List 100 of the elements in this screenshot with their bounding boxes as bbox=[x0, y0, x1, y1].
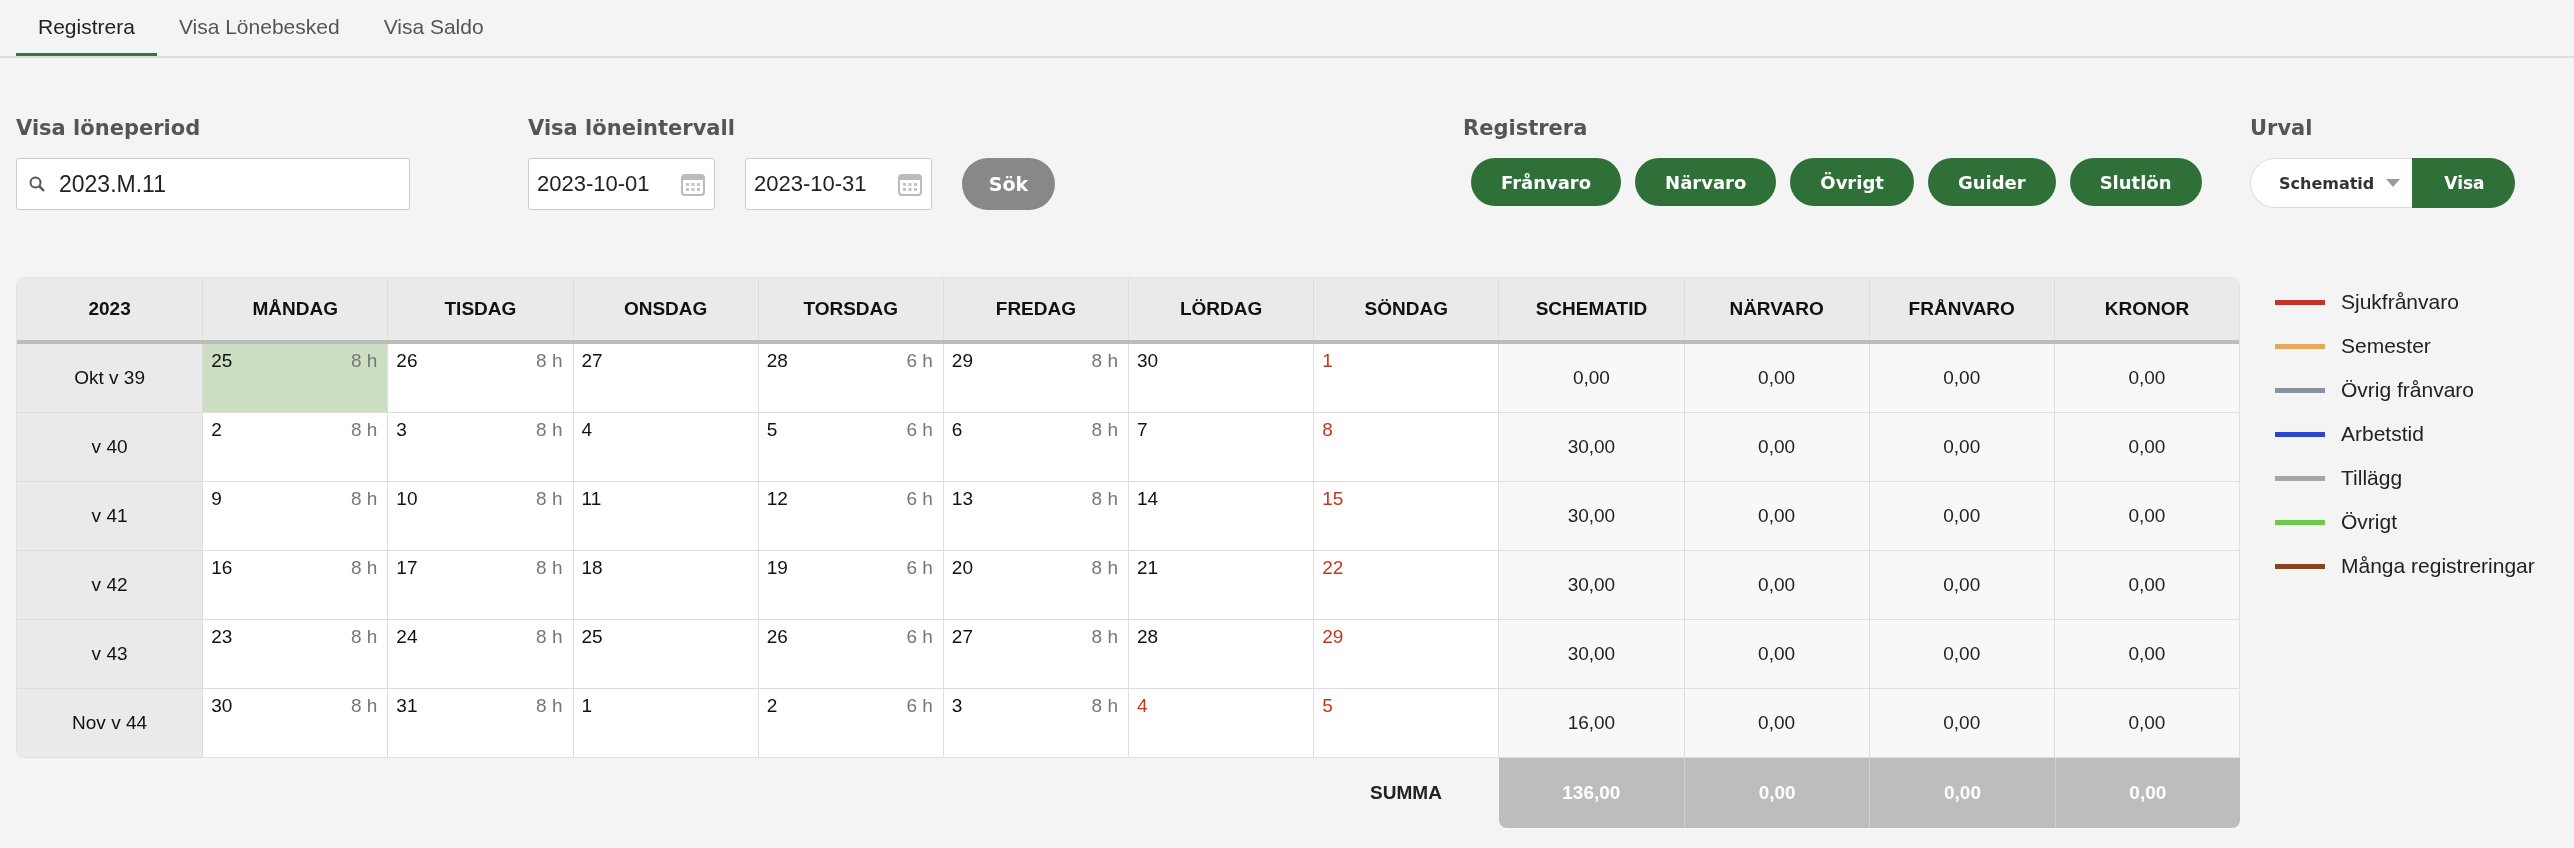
week-cell[interactable]: v 41 bbox=[17, 482, 203, 550]
scheduled-hours: 8 h bbox=[536, 419, 563, 441]
day-cell[interactable]: 25 8 h bbox=[202, 344, 388, 412]
day-cell[interactable]: 3 8 h bbox=[387, 413, 573, 481]
week-cell[interactable]: v 43 bbox=[17, 620, 203, 688]
search-button[interactable]: Sök bbox=[962, 158, 1055, 210]
day-number: 5 bbox=[766, 419, 778, 441]
selection-dropdown[interactable]: Schematid bbox=[2250, 158, 2413, 208]
day-cell[interactable]: 17 8 h bbox=[387, 551, 573, 619]
search-icon bbox=[29, 176, 45, 192]
column-header: FREDAG bbox=[942, 278, 1128, 340]
scheduled-hours: 8 h bbox=[1091, 488, 1118, 510]
day-cell[interactable]: 7 bbox=[1128, 413, 1314, 481]
day-cell[interactable]: 30 8 h bbox=[202, 689, 388, 757]
day-cell[interactable]: 11 bbox=[572, 482, 758, 550]
total-cell: 0,00 bbox=[1868, 620, 2054, 688]
day-number: 23 bbox=[211, 626, 233, 648]
sum-cell: 0,00 bbox=[1684, 758, 1870, 828]
day-cell[interactable]: 10 8 h bbox=[387, 482, 573, 550]
total-cell: 0,00 bbox=[1868, 689, 2054, 757]
column-header: NÄRVARO bbox=[1683, 278, 1869, 340]
week-cell[interactable]: Okt v 39 bbox=[17, 344, 203, 412]
day-number: 25 bbox=[211, 350, 233, 372]
day-number: 7 bbox=[1137, 419, 1148, 441]
day-cell[interactable]: 27 bbox=[572, 344, 758, 412]
register-button[interactable]: Slutlön bbox=[2069, 158, 2202, 206]
sum-label: SUMMA bbox=[1369, 781, 1443, 805]
legend-label: Arbetstid bbox=[2341, 422, 2424, 446]
total-cell: 0,00 bbox=[2053, 689, 2239, 757]
date-field[interactable]: 2023-10-31 bbox=[745, 158, 932, 210]
day-cell[interactable]: 21 bbox=[1128, 551, 1314, 619]
day-cell[interactable]: 12 6 h bbox=[757, 482, 943, 550]
register-button[interactable]: Frånvaro bbox=[1471, 158, 1622, 206]
day-cell[interactable]: 19 6 h bbox=[757, 551, 943, 619]
scheduled-hours: 6 h bbox=[906, 419, 933, 441]
total-cell: 30,00 bbox=[1498, 413, 1684, 481]
legend-label: Tillägg bbox=[2341, 466, 2403, 490]
day-cell[interactable]: 30 bbox=[1128, 344, 1314, 412]
day-cell[interactable]: 5 6 h bbox=[757, 413, 943, 481]
register-button[interactable]: Guider bbox=[1927, 158, 2056, 206]
total-cell: 0,00 bbox=[1683, 689, 1869, 757]
total-cell: 30,00 bbox=[1498, 482, 1684, 550]
register-button[interactable]: Övrigt bbox=[1790, 158, 1914, 206]
total-cell: 0,00 bbox=[2053, 482, 2239, 550]
day-cell[interactable]: 9 8 h bbox=[202, 482, 388, 550]
day-cell[interactable]: 26 8 h bbox=[387, 344, 573, 412]
day-cell[interactable]: 4 bbox=[1128, 689, 1314, 757]
day-cell[interactable]: 6 8 h bbox=[942, 413, 1128, 481]
day-cell[interactable]: 20 8 h bbox=[942, 551, 1128, 619]
week-cell[interactable]: Nov v 44 bbox=[17, 689, 203, 757]
total-cell: 0,00 bbox=[2053, 620, 2239, 688]
day-number: 8 bbox=[1322, 419, 1333, 441]
day-cell[interactable]: 1 bbox=[572, 689, 758, 757]
legend-label: Sjukfrånvaro bbox=[2341, 290, 2459, 314]
total-cell: 16,00 bbox=[1498, 689, 1684, 757]
day-number: 9 bbox=[211, 488, 222, 510]
day-cell[interactable]: 3 8 h bbox=[942, 689, 1128, 757]
day-cell[interactable]: 25 bbox=[572, 620, 758, 688]
day-number: 3 bbox=[396, 419, 407, 441]
day-number: 22 bbox=[1322, 557, 1344, 579]
day-cell[interactable]: 27 8 h bbox=[942, 620, 1128, 688]
day-cell[interactable]: 23 8 h bbox=[202, 620, 388, 688]
day-cell[interactable]: 18 bbox=[572, 551, 758, 619]
day-number: 3 bbox=[951, 695, 963, 717]
total-cell: 0,00 bbox=[1868, 413, 2054, 481]
day-cell[interactable]: 4 bbox=[572, 413, 758, 481]
date-field[interactable]: 2023-10-01 bbox=[528, 158, 715, 210]
day-cell[interactable]: 16 8 h bbox=[202, 551, 388, 619]
day-cell[interactable]: 28 6 h bbox=[757, 344, 943, 412]
register-button[interactable]: Närvaro bbox=[1635, 158, 1777, 206]
day-number: 13 bbox=[951, 488, 973, 510]
column-header: SCHEMATID bbox=[1498, 278, 1684, 340]
day-cell[interactable]: 26 6 h bbox=[757, 620, 943, 688]
section-label: Urval bbox=[2250, 116, 2314, 140]
legend-label: Semester bbox=[2341, 334, 2431, 358]
day-cell[interactable]: 13 8 h bbox=[942, 482, 1128, 550]
tab[interactable]: Registrera bbox=[16, 0, 157, 56]
day-number: 27 bbox=[581, 350, 603, 372]
scheduled-hours: 8 h bbox=[536, 488, 563, 510]
scheduled-hours: 6 h bbox=[906, 626, 933, 648]
day-cell[interactable]: 28 bbox=[1128, 620, 1314, 688]
legend-label: Övrig frånvaro bbox=[2341, 378, 2475, 402]
tab[interactable]: Visa Saldo bbox=[361, 0, 506, 56]
day-cell[interactable]: 29 8 h bbox=[942, 344, 1128, 412]
calendar-icon bbox=[680, 171, 706, 197]
day-cell[interactable]: 14 bbox=[1128, 482, 1314, 550]
day-cell[interactable]: 31 8 h bbox=[387, 689, 573, 757]
show-button[interactable]: Visa bbox=[2412, 158, 2515, 208]
sum-cell: 0,00 bbox=[2054, 758, 2240, 828]
day-cell[interactable]: 2 8 h bbox=[202, 413, 388, 481]
total-cell: 0,00 bbox=[1868, 344, 2054, 412]
day-cell[interactable]: 2 6 h bbox=[757, 689, 943, 757]
week-cell[interactable]: v 42 bbox=[17, 551, 203, 619]
day-number: 26 bbox=[396, 350, 418, 372]
tab[interactable]: Visa Lönebesked bbox=[156, 0, 362, 56]
search-field[interactable]: 2023.M.11 bbox=[16, 158, 410, 210]
day-cell[interactable]: 24 8 h bbox=[387, 620, 573, 688]
week-cell[interactable]: v 40 bbox=[17, 413, 203, 481]
scheduled-hours: 8 h bbox=[1091, 626, 1118, 648]
day-number: 4 bbox=[1137, 695, 1148, 717]
